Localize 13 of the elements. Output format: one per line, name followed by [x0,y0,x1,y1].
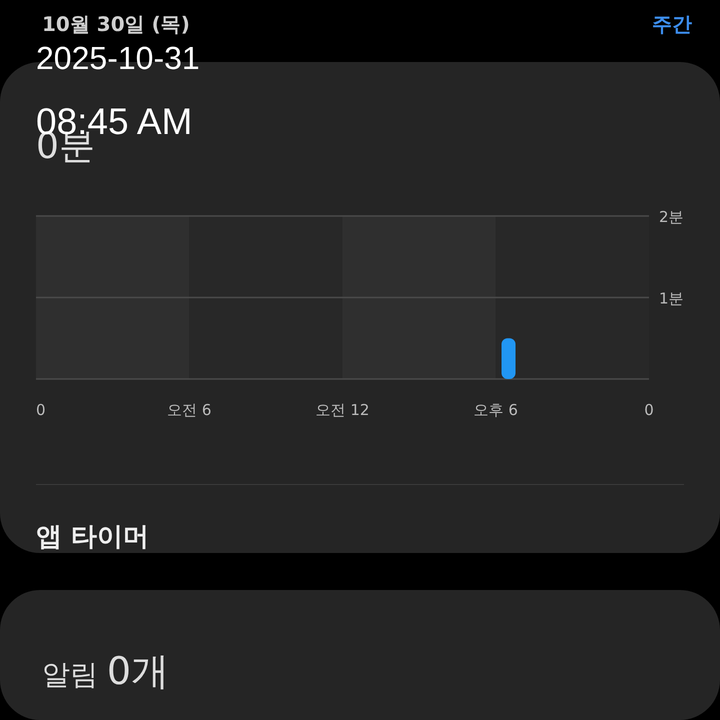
y-axis-label: 2분 [659,208,684,226]
x-axis-label: 오전 6 [167,401,212,419]
weekly-link[interactable]: 주간 [652,10,692,38]
chart-bar [502,338,516,379]
x-axis-label: 오후 6 [474,401,518,419]
x-axis-label: 0 [644,401,654,419]
x-axis-label: 0 [36,401,46,419]
y-axis-label: 1분 [659,290,684,308]
notification-count[interactable]: 알림 0개 [42,658,170,691]
timestamp-date: 2025-10-31 [36,39,200,78]
date-label: 10월 30일 (목) [42,10,190,38]
x-axis-label: 오전 12 [316,401,370,419]
app-timer-label[interactable]: 앱 타이머 [36,522,150,552]
